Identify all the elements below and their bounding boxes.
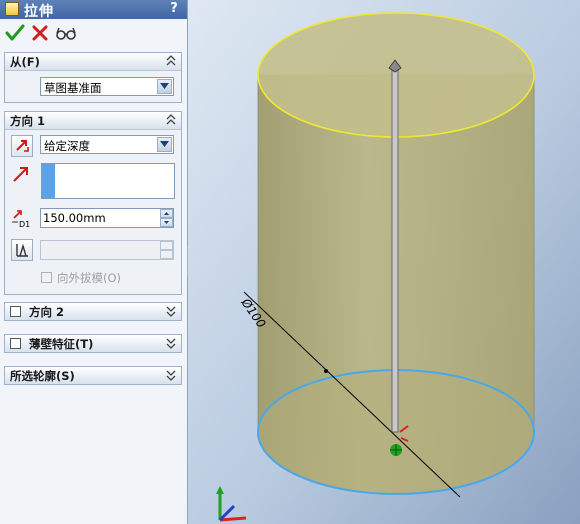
expand-chevron-icon bbox=[166, 306, 176, 317]
model-view bbox=[216, 12, 535, 522]
reverse-direction-icon[interactable] bbox=[11, 135, 33, 157]
selected-contours-group-header[interactable]: 所选轮廓(S) bbox=[5, 367, 181, 384]
draft-on-off-icon[interactable] bbox=[11, 239, 33, 261]
direction2-checkbox[interactable] bbox=[10, 306, 21, 317]
direction1-group-header[interactable]: 方向 1 bbox=[5, 112, 181, 130]
thin-feature-checkbox[interactable] bbox=[10, 338, 21, 349]
spin-up-icon bbox=[160, 241, 173, 250]
thin-feature-group: 薄壁特征(T) bbox=[4, 334, 182, 353]
from-group-header[interactable]: 从(F) bbox=[5, 53, 181, 71]
draft-angle-input[interactable] bbox=[40, 240, 174, 260]
property-manager-panel: 拉伸 ? 从(F) 草图基准面 方向 1 给定深度 D1 150.00mm 向外… bbox=[0, 0, 188, 524]
detailed-preview-glasses-icon[interactable] bbox=[55, 22, 77, 44]
thin-feature-group-header[interactable]: 薄壁特征(T) bbox=[5, 335, 181, 352]
depth-input[interactable]: 150.00mm bbox=[40, 208, 174, 228]
from-group: 从(F) 草图基准面 bbox=[4, 52, 182, 103]
direction2-group-header[interactable]: 方向 2 bbox=[5, 303, 181, 320]
from-group-label: 从(F) bbox=[10, 55, 40, 69]
panel-titlebar: 拉伸 ? bbox=[0, 0, 187, 20]
expand-chevron-icon bbox=[166, 338, 176, 349]
start-condition-select[interactable]: 草图基准面 bbox=[40, 77, 174, 96]
view-orientation-triad-icon bbox=[216, 486, 247, 522]
extrude-feature-icon bbox=[5, 2, 19, 16]
depth-drag-handle-shaft bbox=[391, 69, 399, 433]
selected-contours-group: 所选轮廓(S) bbox=[4, 366, 182, 385]
collapse-chevron-icon bbox=[166, 55, 176, 66]
direction2-group: 方向 2 bbox=[4, 302, 182, 321]
draft-outward-checkbox[interactable] bbox=[41, 272, 52, 283]
dropdown-arrow-icon bbox=[157, 79, 172, 94]
expand-chevron-icon bbox=[166, 370, 176, 381]
cancel-x-icon[interactable] bbox=[29, 22, 51, 44]
depth-dimension-icon: D1 bbox=[10, 208, 32, 230]
end-condition-select[interactable]: 给定深度 bbox=[40, 135, 174, 154]
thin-feature-group-label: 薄壁特征(T) bbox=[29, 337, 94, 351]
spin-down-icon[interactable] bbox=[160, 218, 173, 227]
graphics-viewport[interactable]: Ø100 bbox=[188, 0, 580, 524]
svg-text:D1: D1 bbox=[19, 220, 30, 229]
direction1-group: 方向 1 给定深度 D1 150.00mm 向外拔模(O) bbox=[4, 111, 182, 295]
spin-up-icon[interactable] bbox=[160, 209, 173, 218]
collapse-chevron-icon bbox=[166, 114, 176, 125]
direction2-group-label: 方向 2 bbox=[29, 305, 65, 319]
draft-outward-label: 向外拔模(O) bbox=[57, 271, 122, 285]
direction-vector-icon bbox=[11, 164, 33, 186]
dropdown-arrow-icon bbox=[157, 137, 172, 152]
panel-title: 拉伸 bbox=[24, 4, 54, 20]
action-toolbar bbox=[0, 19, 187, 48]
ok-check-icon[interactable] bbox=[4, 22, 26, 44]
spin-down-icon bbox=[160, 250, 173, 259]
direction-reference-list[interactable] bbox=[41, 163, 175, 199]
help-button[interactable]: ? bbox=[167, 1, 181, 17]
selected-contours-group-label: 所选轮廓(S) bbox=[10, 369, 75, 383]
direction1-group-label: 方向 1 bbox=[10, 114, 46, 128]
